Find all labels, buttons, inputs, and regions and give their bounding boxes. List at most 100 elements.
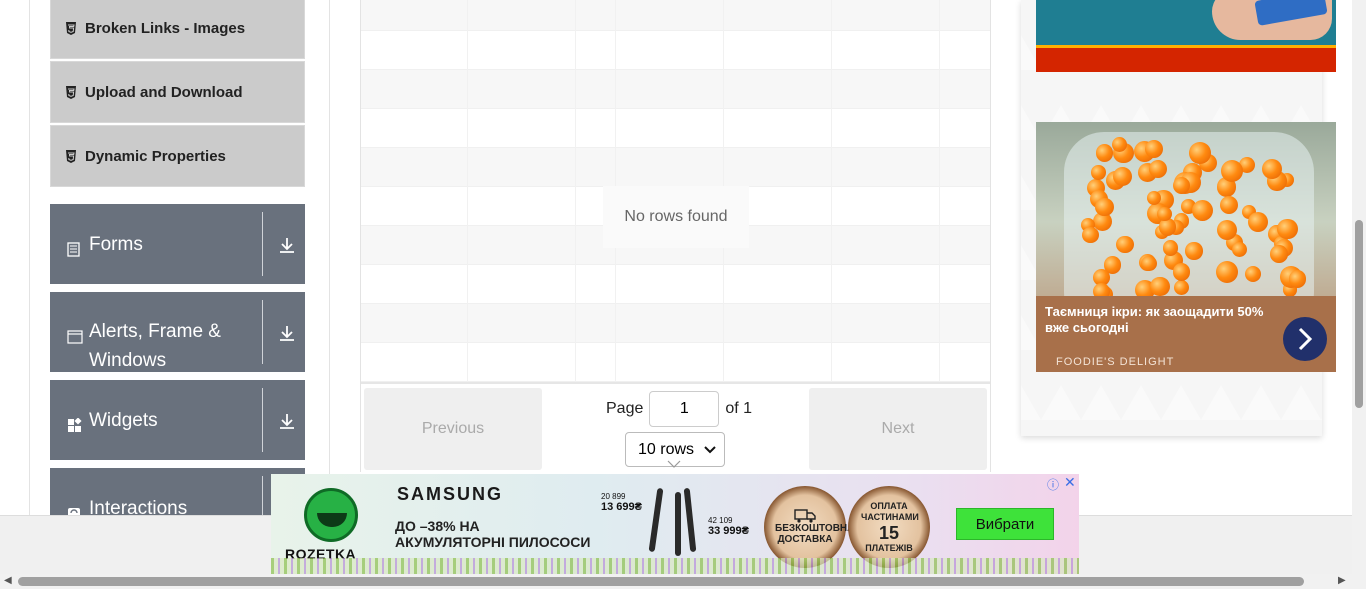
download-icon[interactable] — [278, 412, 296, 430]
caviar-ball — [1091, 164, 1106, 180]
table-row — [361, 304, 990, 343]
divider — [262, 300, 263, 364]
group-widgets[interactable]: Widgets — [50, 380, 305, 460]
badge-text: ПЛАТЕЖІВ — [865, 542, 913, 553]
table-row — [361, 109, 990, 148]
vacuum-image — [683, 487, 697, 553]
caviar-ball — [1220, 160, 1243, 183]
chevron-down-icon — [667, 460, 681, 470]
price-block: 20 899 13 699₴ — [601, 492, 642, 513]
page-info: Page of 1 — [606, 391, 752, 427]
no-rows-message: No rows found — [603, 186, 749, 248]
html-icon — [65, 85, 77, 99]
caviar-ball — [1095, 144, 1114, 162]
badge-text: БЕЗКОШТОВНА ДОСТАВКА — [775, 523, 855, 545]
table-row — [361, 148, 990, 187]
price-block: 42 109 33 999₴ — [708, 516, 749, 537]
chevron-down-icon — [704, 445, 716, 453]
divider — [262, 388, 263, 452]
chevron-right-icon[interactable] — [1283, 317, 1327, 361]
truck-icon — [794, 509, 816, 523]
previous-button[interactable]: Previous — [364, 388, 542, 470]
caviar-ball — [1185, 242, 1203, 260]
close-icon[interactable]: ✕ — [1064, 474, 1076, 491]
group-label: Widgets — [89, 410, 158, 431]
delivery-badge: БЕЗКОШТОВНА ДОСТАВКА — [764, 486, 855, 568]
caviar-ball — [1277, 218, 1298, 240]
divider — [262, 212, 263, 276]
table-row — [361, 70, 990, 109]
caviar-ball — [1189, 142, 1211, 164]
column-divider — [939, 0, 940, 382]
scroll-left-arrow-icon[interactable]: ◀ — [4, 575, 12, 586]
vacuum-image — [675, 492, 681, 556]
caviar-ball — [1270, 245, 1288, 263]
promo-line: АКУМУЛЯТОРНІ ПИЛОСОСИ — [395, 534, 591, 550]
menu-item-broken-links[interactable]: Broken Links - Images — [50, 0, 305, 59]
page-number-input[interactable] — [649, 391, 720, 427]
ad-info-icon[interactable]: ⓘ — [1047, 476, 1059, 493]
new-price: 33 999₴ — [708, 525, 749, 537]
caviar-ball — [1244, 265, 1261, 282]
ad-caviar[interactable]: Таємниця ікри: як заощадити 50% вже сьог… — [1036, 122, 1336, 372]
horizontal-scrollbar[interactable]: ◀ ▶ — [0, 574, 1352, 589]
caviar-ball — [1215, 261, 1238, 284]
group-forms[interactable]: Forms — [50, 204, 305, 284]
table-row — [361, 0, 990, 31]
menu-item-label: Upload and Download — [85, 83, 243, 101]
installments-badge: ОПЛАТА ЧАСТИНАМИ 15 ПЛАТЕЖІВ — [848, 486, 930, 568]
caviar-ball — [1172, 262, 1191, 281]
window-icon — [67, 324, 83, 344]
old-price: 42 109 — [708, 516, 733, 525]
menu-item-dynamic-properties[interactable]: Dynamic Properties — [50, 125, 305, 187]
scrollbar-corner — [1352, 574, 1366, 589]
brand-name: SAMSUNG — [397, 484, 504, 504]
widgets-icon — [67, 413, 82, 432]
data-table: No rows found Previous Page of 1 10 rows… — [360, 0, 991, 472]
promo-line: ДО –38% НА — [395, 518, 480, 534]
rows-per-page-value: 10 rows — [638, 440, 695, 458]
menu-item-upload-download[interactable]: Upload and Download — [50, 61, 305, 123]
table-row — [361, 265, 990, 304]
badge-text: ОПЛАТА ЧАСТИНАМИ — [861, 500, 919, 522]
menu-item-label: Dynamic Properties — [85, 147, 226, 165]
page-label: Page — [606, 400, 644, 417]
banner-ad[interactable]: ROZETKA SAMSUNG ДО –38% НА АКУМУЛЯТОРНІ … — [271, 474, 1079, 574]
column-divider — [467, 0, 468, 382]
ad-brand: FOODIE'S DELIGHT — [1056, 356, 1175, 368]
group-label: Forms — [89, 234, 143, 255]
page: Broken Links - Images Upload and Downloa… — [0, 0, 1366, 589]
caviar-ball — [1231, 241, 1247, 257]
download-icon[interactable] — [278, 324, 296, 342]
caviar-ball — [1219, 195, 1238, 215]
next-button[interactable]: Next — [809, 388, 987, 470]
menu-item-label: Broken Links - Images — [85, 19, 246, 37]
scroll-right-arrow-icon[interactable]: ▶ — [1338, 575, 1346, 586]
column-divider — [575, 0, 576, 382]
old-price: 20 899 — [601, 492, 626, 501]
ad-image-top[interactable] — [1036, 0, 1336, 72]
scrollbar-thumb[interactable] — [1355, 220, 1363, 408]
column-divider — [831, 0, 832, 382]
table-row — [361, 343, 990, 382]
badge-number: 15 — [878, 522, 900, 543]
caviar-ball — [1173, 280, 1189, 296]
decorative-grass — [271, 558, 1079, 574]
group-alerts-frame-windows[interactable]: Alerts, Frame & Windows — [50, 292, 305, 372]
table-row — [361, 31, 990, 70]
interactions-icon — [67, 501, 82, 520]
ad-headline: Таємниця ікри: як заощадити 50% вже сьог… — [1045, 304, 1264, 335]
caviar-ball — [1116, 235, 1134, 253]
download-icon[interactable] — [278, 236, 296, 254]
pagination: Previous Page of 1 10 rows Next — [361, 382, 990, 472]
vertical-scrollbar[interactable] — [1352, 0, 1366, 575]
form-icon — [67, 237, 82, 257]
caviar-ball — [1157, 207, 1172, 222]
choose-button[interactable]: Вибрати — [956, 508, 1054, 540]
rozetka-logo — [304, 488, 358, 542]
scrollbar-thumb[interactable] — [18, 577, 1304, 586]
vacuum-image — [648, 487, 664, 553]
caviar-ball — [1288, 269, 1307, 288]
html-icon — [65, 149, 77, 163]
html-icon — [65, 21, 77, 35]
